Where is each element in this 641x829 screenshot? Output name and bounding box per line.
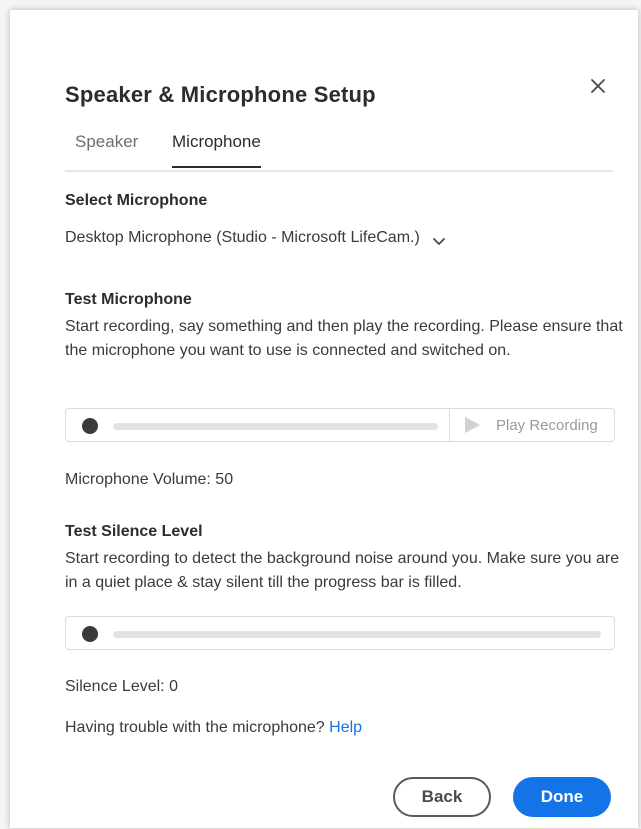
- microphone-select-value: Desktop Microphone (Studio - Microsoft L…: [65, 229, 420, 246]
- tab-microphone[interactable]: Microphone: [172, 132, 261, 168]
- silence-level: Silence Level: 0: [65, 678, 178, 695]
- play-recording-button[interactable]: Play Recording: [449, 409, 614, 441]
- select-microphone-heading: Select Microphone: [65, 192, 208, 209]
- back-button[interactable]: Back: [393, 777, 491, 817]
- done-button[interactable]: Done: [513, 777, 611, 817]
- help-row: Having trouble with the microphone? Help: [65, 716, 362, 740]
- silence-recorder: [65, 616, 615, 650]
- test-silence-heading: Test Silence Level: [65, 523, 203, 540]
- tab-bar: Speaker Microphone: [65, 120, 613, 172]
- silence-progress-bar: [113, 631, 601, 638]
- silence-record-button[interactable]: [82, 626, 98, 642]
- test-microphone-heading: Test Microphone: [65, 291, 192, 308]
- microphone-select[interactable]: Desktop Microphone (Studio - Microsoft L…: [65, 229, 446, 247]
- close-icon: [591, 79, 605, 93]
- test-microphone-description: Start recording, say something and then …: [65, 318, 623, 359]
- setup-dialog: Speaker & Microphone Setup Speaker Micro…: [10, 10, 638, 828]
- chevron-down-icon: [432, 238, 445, 245]
- close-button[interactable]: [584, 72, 612, 100]
- microphone-volume: Microphone Volume: 50: [65, 471, 234, 488]
- tab-speaker[interactable]: Speaker: [75, 132, 138, 152]
- help-text: Having trouble with the microphone?: [65, 719, 325, 736]
- play-icon: [465, 417, 480, 433]
- help-link[interactable]: Help: [329, 719, 362, 736]
- microphone-recorder: Play Recording: [65, 408, 615, 442]
- dialog-title: Speaker & Microphone Setup: [65, 82, 376, 107]
- recording-progress-bar: [113, 423, 438, 430]
- play-recording-label: Play Recording: [496, 416, 598, 434]
- test-silence-description: Start recording to detect the background…: [65, 550, 620, 591]
- record-button[interactable]: [82, 418, 98, 434]
